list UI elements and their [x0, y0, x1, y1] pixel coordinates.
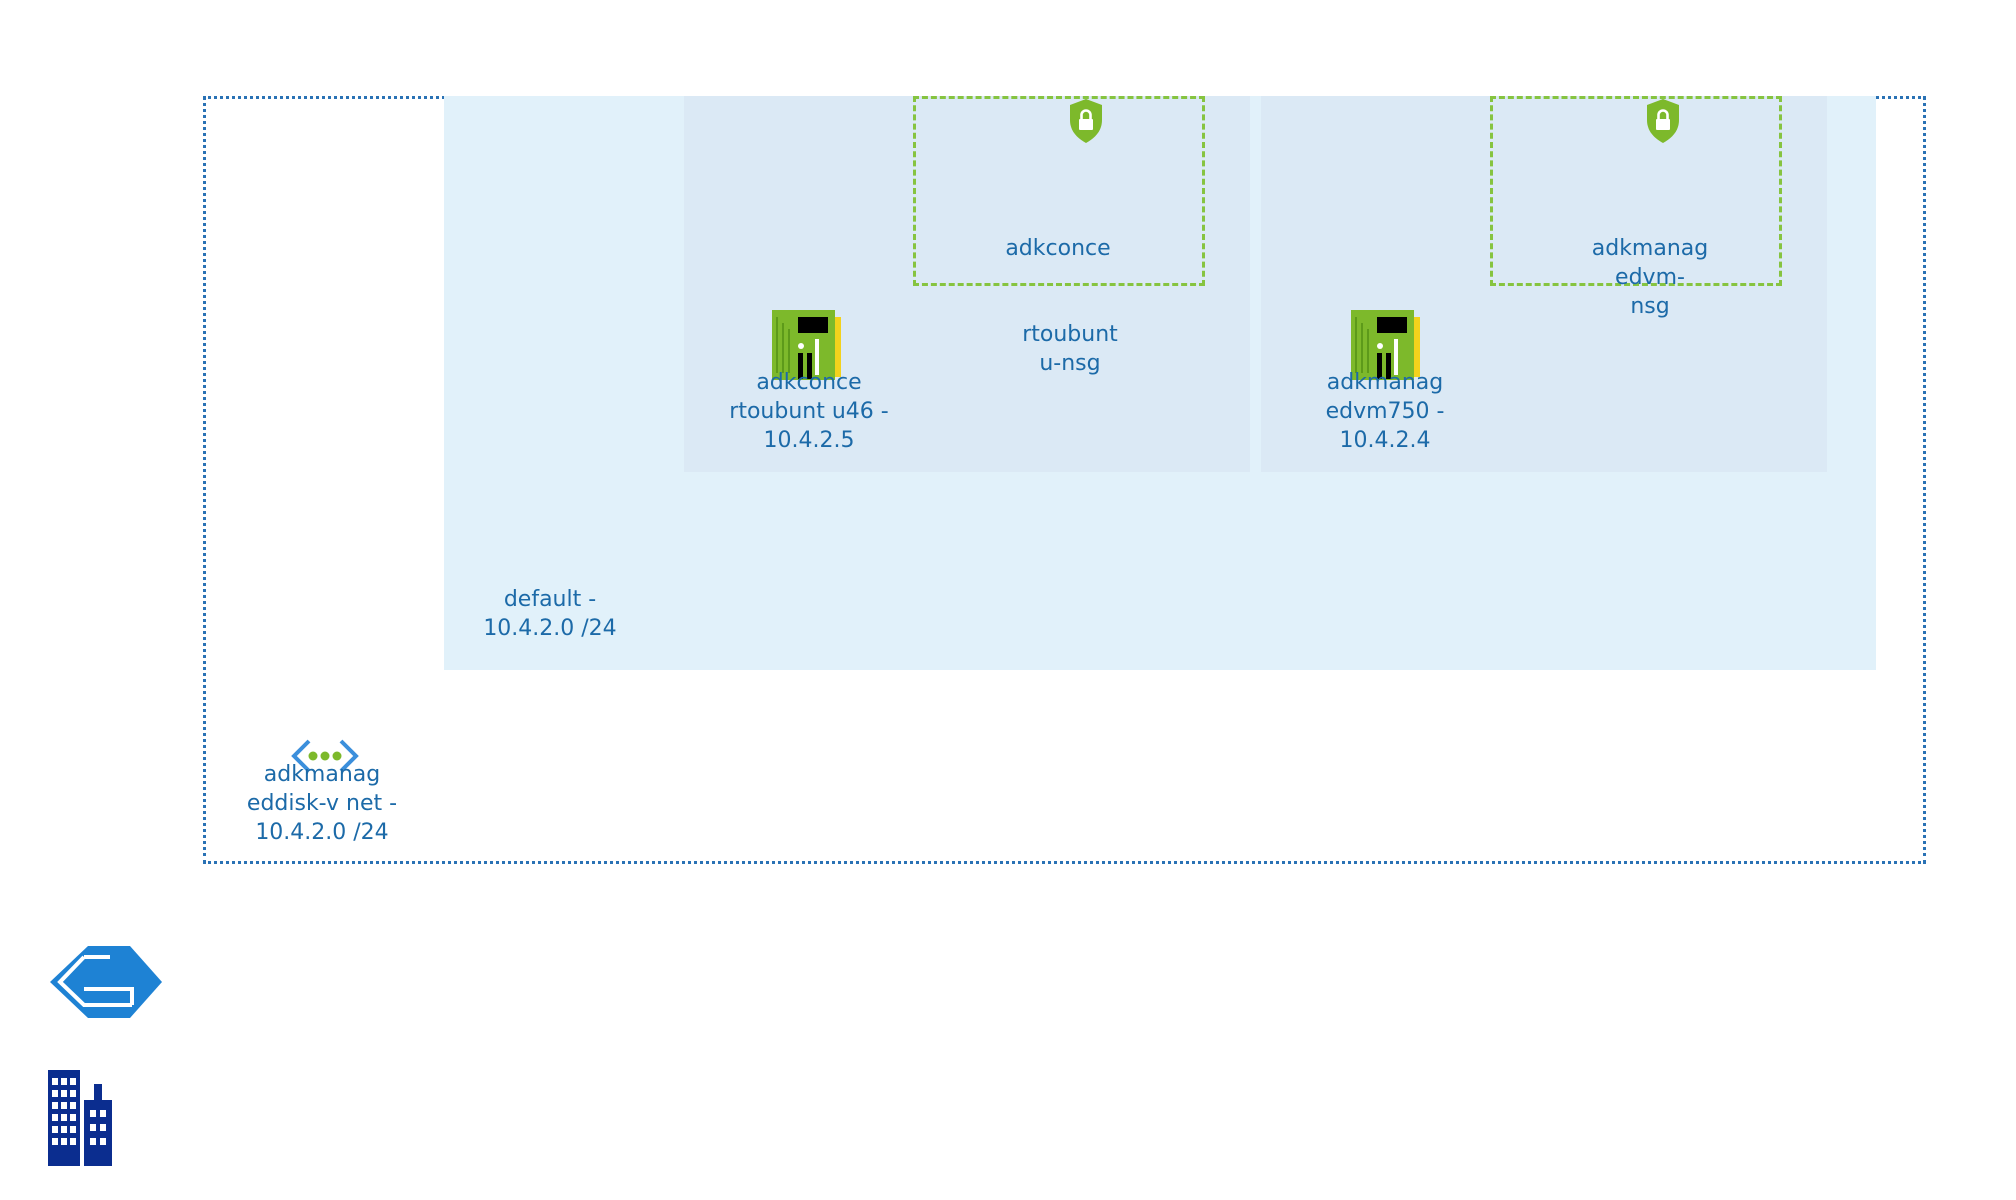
nic-2-label: adkmanag edvm750 - 10.4.2.4	[1325, 370, 1445, 453]
subnet-label: default - 10.4.2.0 /24	[483, 587, 617, 641]
nsg-2-label: adkmanag edvm- nsg	[1591, 236, 1709, 319]
azure-cloud-icon	[48, 945, 164, 1019]
vnet-label: adkmanag eddisk-v net - 10.4.2.0 /24	[246, 762, 398, 845]
nsg-1-label-top: adkconce	[1005, 236, 1111, 261]
on-premises-building-icon	[48, 1070, 112, 1166]
nsg-1-label-bottom: rtoubunt u-nsg	[1022, 322, 1118, 376]
nic-1-label: adkconce rtoubunt u46 - 10.4.2.5	[729, 370, 889, 453]
shield-lock-icon[interactable]	[1645, 98, 1681, 144]
shield-lock-icon[interactable]	[1068, 98, 1104, 144]
